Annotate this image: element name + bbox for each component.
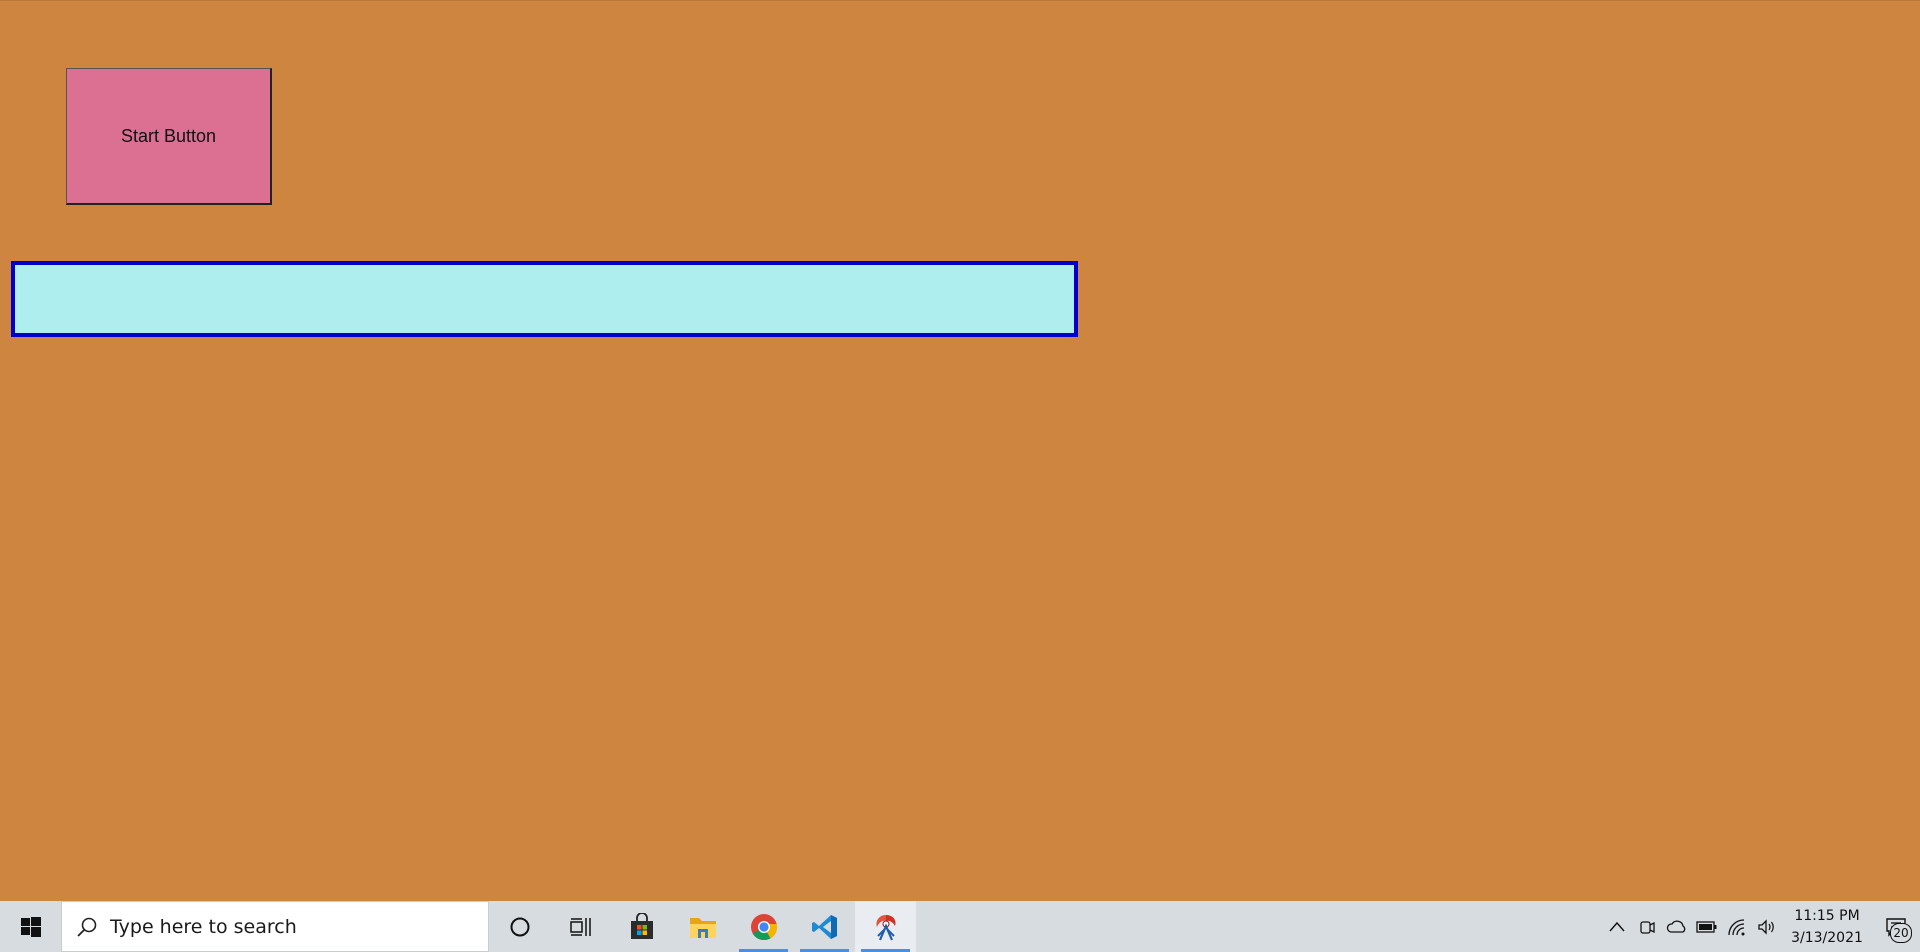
meet-now-button[interactable] — [1632, 901, 1662, 952]
notification-count-badge: 20 — [1890, 923, 1912, 943]
volume-icon — [1758, 918, 1774, 935]
taskbar-search-box[interactable]: Type here to search — [61, 901, 489, 952]
chrome-button[interactable] — [733, 901, 794, 952]
vscode-icon — [811, 914, 837, 939]
chevron-up-icon — [1609, 921, 1625, 931]
clock-time: 11:15 PM — [1794, 907, 1860, 924]
show-hidden-icons-button[interactable] — [1602, 901, 1632, 952]
file-explorer-icon — [689, 917, 716, 938]
cortana-button[interactable] — [489, 901, 550, 952]
action-center-button[interactable]: 20 — [1872, 901, 1920, 952]
tk-app-icon — [875, 914, 896, 940]
task-view-button[interactable] — [550, 901, 611, 952]
start-button[interactable]: Start Button — [66, 68, 272, 205]
taskbar-clock[interactable]: 11:15 PM 3/13/2021 — [1782, 905, 1872, 949]
volume-button[interactable] — [1752, 901, 1782, 952]
windows-logo-icon — [20, 916, 41, 937]
tk-app-button[interactable] — [855, 901, 916, 952]
search-placeholder: Type here to search — [110, 915, 297, 938]
battery-icon — [1696, 920, 1717, 933]
microsoft-store-icon — [630, 912, 653, 939]
file-explorer-button[interactable] — [672, 901, 733, 952]
meet-now-icon — [1640, 920, 1655, 934]
wifi-icon — [1728, 918, 1745, 935]
wifi-button[interactable] — [1722, 901, 1752, 952]
microsoft-store-button[interactable] — [611, 901, 672, 952]
task-view-icon — [569, 917, 591, 936]
onedrive-icon — [1666, 920, 1686, 933]
cortana-icon — [510, 917, 529, 936]
chrome-icon — [750, 913, 777, 940]
onedrive-button[interactable] — [1662, 901, 1692, 952]
vscode-button[interactable] — [794, 901, 855, 952]
clock-date: 3/13/2021 — [1791, 929, 1863, 946]
taskbar: Type here to search 11:15 PM 3/13/2021 2… — [0, 901, 1920, 952]
app-window: Start Button — [0, 0, 1920, 901]
system-tray: 11:15 PM 3/13/2021 20 — [1602, 901, 1920, 952]
text-entry-field[interactable] — [11, 261, 1078, 337]
windows-start-button[interactable] — [0, 901, 61, 952]
battery-button[interactable] — [1692, 901, 1722, 952]
search-icon — [77, 917, 97, 937]
